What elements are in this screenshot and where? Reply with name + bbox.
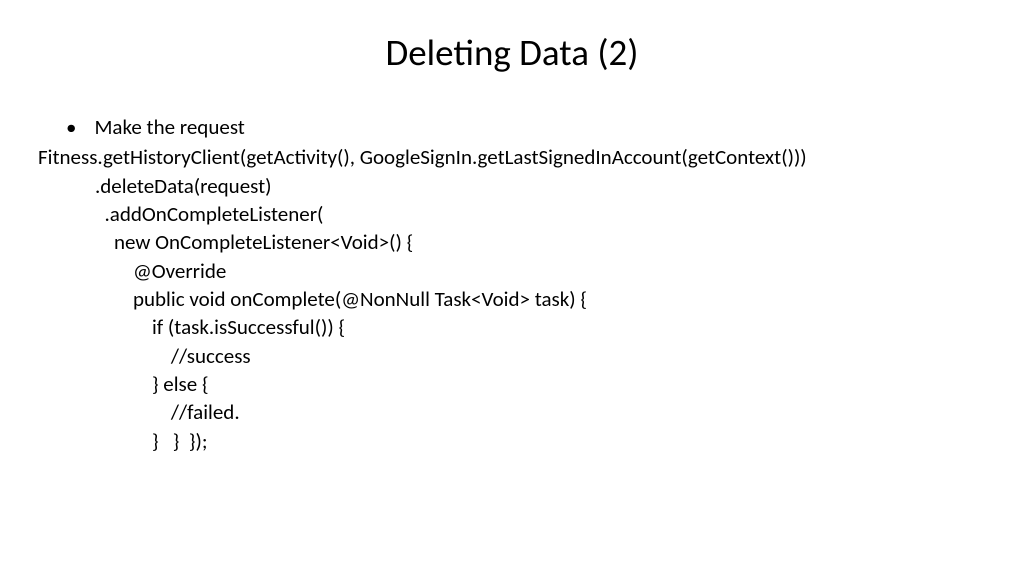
bullet-text: Make the request xyxy=(94,113,244,141)
slide-container: Deleting Data (2) Make the request Fitne… xyxy=(0,0,1024,576)
code-line-9: } else { xyxy=(38,370,986,398)
code-line-7: if (task.isSuccessful()) { xyxy=(38,313,986,341)
code-line-10: //failed. xyxy=(38,398,986,426)
code-line-3: .addOnCompleteListener( xyxy=(38,200,986,228)
code-line-8: //success xyxy=(38,342,986,370)
code-line-2: .deleteData(request) xyxy=(38,172,986,200)
code-line-4: new OnCompleteListener<Void>() { xyxy=(38,228,986,256)
code-line-11: } } }); xyxy=(38,427,986,455)
code-line-6: public void onComplete(@NonNull Task<Voi… xyxy=(38,285,986,313)
code-line-1: Fitness.getHistoryClient(getActivity(), … xyxy=(38,143,986,171)
code-line-5: @Override xyxy=(38,257,986,285)
slide-title: Deleting Data (2) xyxy=(38,30,986,75)
bullet-point: Make the request xyxy=(66,113,986,141)
slide-content: Make the request Fitness.getHistoryClien… xyxy=(38,113,986,455)
